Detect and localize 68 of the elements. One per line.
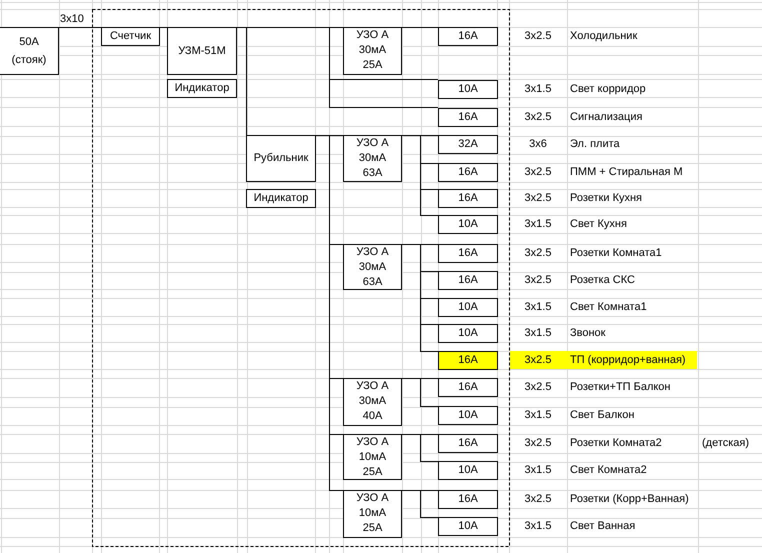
circuit-name: Свет Ванная bbox=[570, 519, 636, 534]
circuit-name: Свет Комната2 bbox=[570, 463, 647, 478]
cable-size: 3x1.5 bbox=[524, 82, 552, 97]
breaker-box: 10A bbox=[438, 517, 498, 536]
breaker-box: 16A bbox=[438, 490, 498, 509]
switch-box: Рубильник bbox=[246, 135, 316, 182]
circuit-name: Розетки Комната1 bbox=[570, 246, 662, 261]
cable-size: 3x2.5 bbox=[524, 165, 552, 180]
circuit-name: Свет Кухня bbox=[570, 217, 627, 232]
circuit-name: Свет Комната1 bbox=[570, 300, 647, 315]
breaker-box: 10A bbox=[438, 298, 498, 317]
cable-size: 3x2.5 bbox=[524, 246, 552, 261]
cable-size: 3x1.5 bbox=[524, 217, 552, 232]
cable-size: 3x2.5 bbox=[524, 492, 552, 507]
circuit-name: Розетки+ТП Балкон bbox=[570, 380, 671, 395]
rcd-box: УЗО А 10мА 25А bbox=[343, 434, 402, 480]
cable-size: 3x2.5 bbox=[524, 110, 552, 125]
riser-box: 50A (стояк) bbox=[0, 27, 59, 75]
rcd-box: УЗО А 30мА 25А bbox=[343, 27, 402, 75]
breaker-box: 32A bbox=[438, 135, 498, 154]
rcd-box: УЗО А 30мА 63А bbox=[343, 244, 402, 290]
breaker-box: 10A bbox=[438, 324, 498, 343]
circuit-name: Розетки (Корр+Ванная) bbox=[570, 492, 689, 507]
cable-size: 3x1.5 bbox=[524, 300, 552, 315]
cable-size: 3x10 bbox=[60, 12, 85, 27]
breaker-box: 10A bbox=[438, 80, 498, 99]
breaker-box: 10A bbox=[438, 461, 498, 480]
cable-size: 3x2.5 bbox=[524, 273, 552, 288]
circuit-name: Сигнализация bbox=[570, 110, 642, 125]
circuit-name: ПММ + Стиральная М bbox=[570, 165, 683, 180]
cable-size: 3x2.5 bbox=[524, 191, 552, 206]
circuit-name: Розетки Кухня bbox=[570, 191, 642, 206]
cable-size: 3x1.5 bbox=[524, 326, 552, 341]
cable-size: 3x1.5 bbox=[524, 519, 552, 534]
breaker-box: 16A bbox=[438, 189, 498, 208]
cable-size: 3x1.5 bbox=[524, 408, 552, 423]
breaker-box: 16A bbox=[438, 378, 498, 397]
circuit-name: ТП (корридор+ванная) bbox=[570, 353, 686, 368]
circuit-name: Розетки Комната2 bbox=[570, 436, 662, 451]
breaker-box: 16A bbox=[438, 108, 498, 127]
indicator-box: Индикатор bbox=[246, 189, 316, 208]
breaker-box: 16A bbox=[438, 434, 498, 453]
rcd-box: УЗО А 30мА 40А bbox=[343, 378, 402, 426]
circuit-name: Свет корридор bbox=[570, 82, 646, 97]
breaker-box: 16A bbox=[438, 163, 498, 182]
breaker-box: 10A bbox=[438, 406, 498, 425]
circuit-name: Звонок bbox=[570, 326, 606, 341]
circuit-name: Эл. плита bbox=[570, 137, 620, 152]
indicator-box: Индикатор bbox=[167, 79, 237, 98]
circuit-note: (детская) bbox=[702, 436, 750, 451]
rcd-box: УЗО А 30мА 63А bbox=[343, 135, 402, 182]
cable-size: 3x6 bbox=[528, 137, 548, 152]
breaker-box: 10A bbox=[438, 215, 498, 234]
breaker-box: 16A bbox=[438, 244, 498, 263]
cable-size: 3x2.5 bbox=[524, 29, 552, 44]
rcd-box: УЗО А 10мА 25А bbox=[343, 490, 402, 538]
breaker-box: 16A bbox=[438, 27, 498, 46]
cable-size: 3x2.5 bbox=[524, 353, 552, 368]
circuit-name: Холодильник bbox=[570, 29, 638, 44]
cable-size: 3x2.5 bbox=[524, 436, 552, 451]
meter-box: Счетчик bbox=[101, 27, 160, 46]
circuit-name: Свет Балкон bbox=[570, 408, 634, 423]
cable-size: 3x2.5 bbox=[524, 380, 552, 395]
breaker-box: 16A bbox=[438, 271, 498, 290]
circuit-name: Розетка СКС bbox=[570, 273, 635, 288]
cable-size: 3x1.5 bbox=[524, 463, 552, 478]
relay-box: УЗМ-51М bbox=[167, 27, 237, 75]
breaker-box: 16A bbox=[438, 351, 498, 370]
